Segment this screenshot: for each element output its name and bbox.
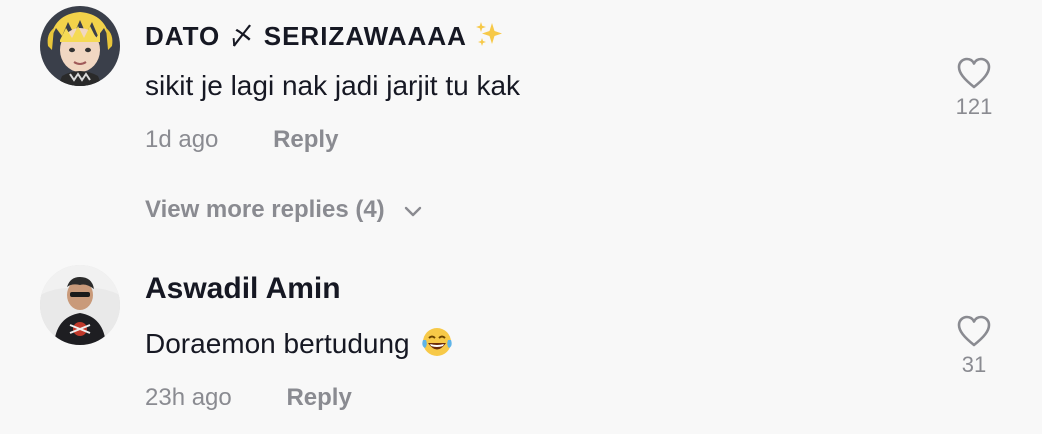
- comment-username[interactable]: Aswadil Amin: [145, 272, 341, 306]
- avatar[interactable]: [40, 265, 120, 345]
- heart-icon: [957, 57, 991, 89]
- like-button[interactable]: 121: [954, 56, 994, 120]
- comment-text-body: Doraemon bertudung: [145, 327, 410, 359]
- comment-meta: 23h ago Reply: [145, 384, 352, 412]
- view-more-replies-button[interactable]: View more replies (4): [145, 196, 423, 225]
- username-part: SERIZAWAAAA: [263, 21, 466, 51]
- like-count: 31: [961, 352, 987, 377]
- avatar[interactable]: [40, 6, 120, 86]
- comment-username[interactable]: DATO 〆 SERIZAWAAAA: [145, 16, 504, 57]
- username-mark: 〆: [228, 21, 256, 51]
- like-button[interactable]: 31: [954, 314, 994, 378]
- reply-button[interactable]: Reply: [273, 126, 338, 153]
- comment-meta: 1d ago Reply: [145, 126, 338, 154]
- tears-of-joy-icon: [421, 326, 453, 365]
- like-count: 121: [955, 94, 993, 119]
- reply-button[interactable]: Reply: [286, 384, 351, 411]
- sparkles-icon: [474, 20, 504, 57]
- username-part: DATO: [145, 21, 221, 51]
- view-more-label: View more replies (4): [145, 196, 385, 223]
- comment-time: 23h ago: [145, 384, 232, 411]
- comment-time: 1d ago: [145, 126, 219, 153]
- chevron-down-icon: [403, 197, 423, 225]
- heart-icon: [957, 315, 991, 347]
- comment-text: Doraemon bertudung: [145, 326, 453, 365]
- comment-text: sikit je lagi nak jadi jarjit tu kak: [145, 70, 521, 101]
